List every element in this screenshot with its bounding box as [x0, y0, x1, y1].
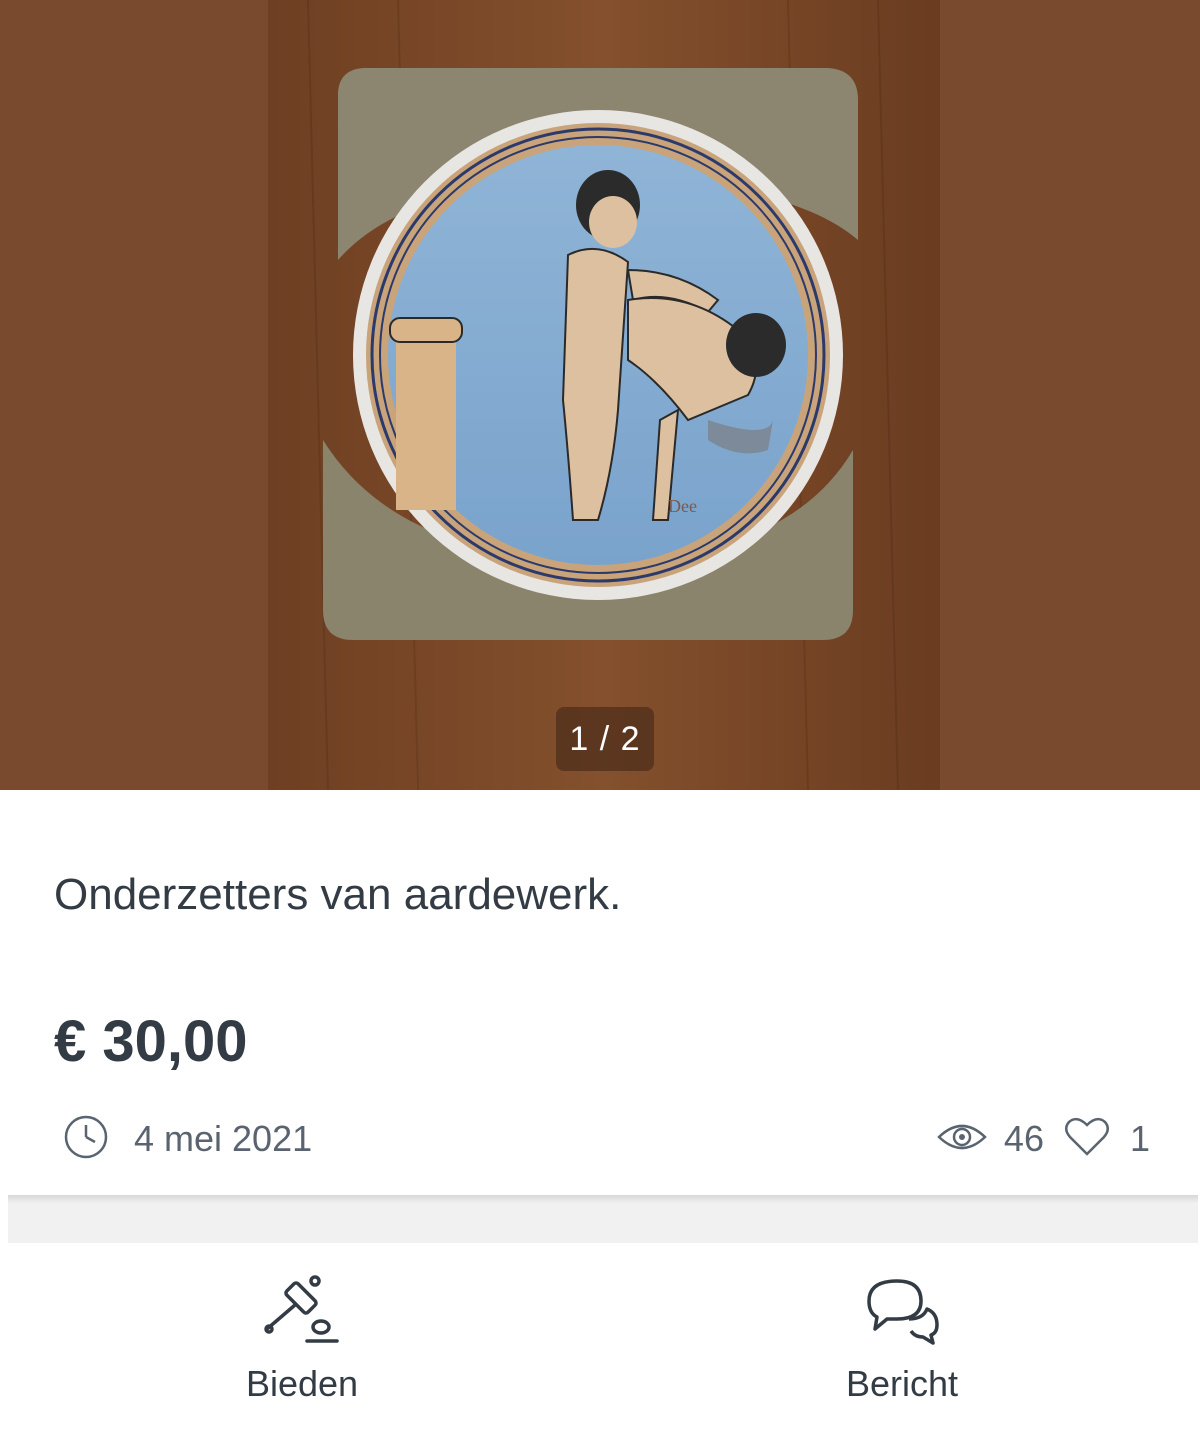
coaster-illustration: Dee	[268, 0, 940, 790]
signature: Dee	[668, 496, 697, 516]
listing-title: Onderzetters van aardewerk.	[54, 870, 622, 919]
section-divider	[8, 1195, 1198, 1203]
bid-label: Bieden	[245, 1363, 359, 1404]
chat-bubbles-icon	[752, 1273, 1052, 1345]
gavel-icon	[152, 1273, 452, 1345]
message-button[interactable]: Bericht	[752, 1273, 1052, 1423]
action-bar: Bieden Bericht	[0, 1243, 1200, 1435]
views-count: 46	[1003, 1118, 1044, 1159]
message-label: Bericht	[845, 1363, 959, 1404]
heart-icon[interactable]	[1064, 1116, 1110, 1163]
image-counter: 1 / 2	[556, 707, 654, 771]
listing-date: 4 mei 2021	[62, 1115, 312, 1163]
bid-button[interactable]: Bieden	[152, 1273, 452, 1423]
date-text: 4 mei 2021	[134, 1118, 313, 1159]
listing-stats: 46 1	[936, 1115, 1150, 1163]
clock-icon	[62, 1113, 110, 1166]
product-photo[interactable]: Dee	[268, 0, 940, 790]
eye-icon	[936, 1119, 988, 1160]
section-spacer	[8, 1203, 1198, 1243]
likes-count: 1	[1129, 1118, 1150, 1159]
listing-price: € 30,00	[54, 1009, 248, 1074]
image-gallery[interactable]: Dee 1 / 2	[0, 0, 1200, 790]
